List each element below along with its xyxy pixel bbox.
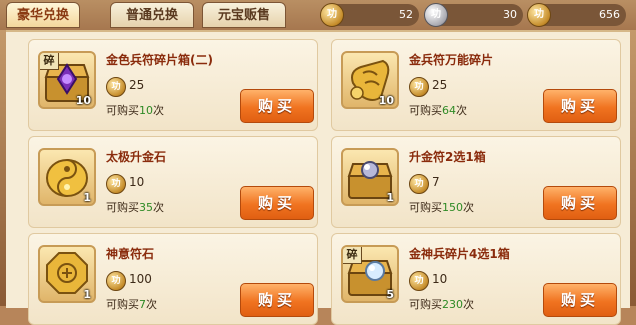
buy-button[interactable]: 购买	[543, 186, 617, 220]
price-coin-icon: 功	[106, 271, 126, 291]
shop-item-card: 1 神意符石 功 100 可购买7次 购买	[28, 233, 318, 325]
purchase-limit: 可购买150次	[409, 201, 474, 214]
silver-token-icon: 功	[424, 3, 448, 27]
currency-value: 656	[599, 8, 620, 21]
item-price: 7	[432, 175, 440, 189]
item-quantity: 1	[386, 191, 394, 204]
shard-tag: 碎	[343, 247, 362, 264]
item-quantity: 10	[75, 94, 91, 107]
item-icon-frame[interactable]: 碎 5	[341, 245, 399, 303]
currency-value: 30	[503, 8, 517, 21]
shop-item-card: 1 升金符2选1箱 功 7 可购买150次 购买	[331, 136, 621, 228]
item-icon-frame[interactable]: 1	[341, 148, 399, 206]
item-quantity: 5	[386, 288, 394, 301]
item-name: 金神兵碎片4选1箱	[409, 247, 510, 261]
item-price: 10	[432, 272, 448, 286]
currency-gold-1: 功 52	[320, 3, 419, 27]
item-name: 金色兵符碎片箱(二)	[106, 53, 213, 67]
item-quantity: 1	[83, 288, 91, 301]
tab-luxury-exchange[interactable]: 豪华兑换	[6, 2, 80, 28]
buy-button[interactable]: 购买	[543, 89, 617, 123]
item-quantity: 10	[378, 94, 394, 107]
purchase-limit: 可购买35次	[106, 201, 164, 214]
price-coin-icon: 功	[409, 271, 429, 291]
item-name: 神意符石	[106, 247, 155, 261]
tab-ingot-sale[interactable]: 元宝贩售	[202, 2, 286, 28]
item-price: 25	[129, 78, 145, 92]
purchase-limit: 可购买230次	[409, 298, 474, 311]
item-icon-frame[interactable]: 1	[38, 245, 96, 303]
purchase-limit: 可购买64次	[409, 104, 467, 117]
currency-gold-2: 功 656	[527, 3, 626, 27]
purchase-limit: 可购买10次	[106, 104, 164, 117]
item-name: 升金符2选1箱	[409, 150, 486, 164]
buy-button[interactable]: 购买	[240, 89, 314, 123]
currency-silver: 功 30	[424, 3, 523, 27]
gold-token-icon: 功	[320, 3, 344, 27]
gold-token-icon: 功	[527, 3, 551, 27]
item-quantity: 1	[83, 191, 91, 204]
shop-item-card: 1 太极升金石 功 10 可购买35次 购买	[28, 136, 318, 228]
shop-item-card: 10 金兵符万能碎片 功 25 可购买64次 购买	[331, 39, 621, 131]
price-coin-icon: 功	[409, 174, 429, 194]
buy-button[interactable]: 购买	[240, 186, 314, 220]
price-coin-icon: 功	[106, 77, 126, 97]
exchange-panel: 碎 10 金色兵符碎片箱(二) 功 25 可购买10次 购买 10 金兵符万能碎…	[6, 30, 630, 325]
item-name: 金兵符万能碎片	[409, 53, 494, 67]
item-name: 太极升金石	[106, 150, 167, 164]
currency-value: 52	[399, 8, 413, 21]
item-price: 100	[129, 272, 152, 286]
item-icon-frame[interactable]: 碎 10	[38, 51, 96, 109]
item-price: 25	[432, 78, 448, 92]
purchase-limit: 可购买7次	[106, 298, 157, 311]
item-icon-frame[interactable]: 10	[341, 51, 399, 109]
item-price: 10	[129, 175, 145, 189]
shop-item-card: 碎 5 金神兵碎片4选1箱 功 10 可购买230次 购买	[331, 233, 621, 325]
tab-normal-exchange[interactable]: 普通兑换	[110, 2, 194, 28]
item-icon-frame[interactable]: 1	[38, 148, 96, 206]
buy-button[interactable]: 购买	[543, 283, 617, 317]
buy-button[interactable]: 购买	[240, 283, 314, 317]
price-coin-icon: 功	[409, 77, 429, 97]
shop-item-card: 碎 10 金色兵符碎片箱(二) 功 25 可购买10次 购买	[28, 39, 318, 131]
price-coin-icon: 功	[106, 174, 126, 194]
shard-tag: 碎	[40, 53, 59, 70]
